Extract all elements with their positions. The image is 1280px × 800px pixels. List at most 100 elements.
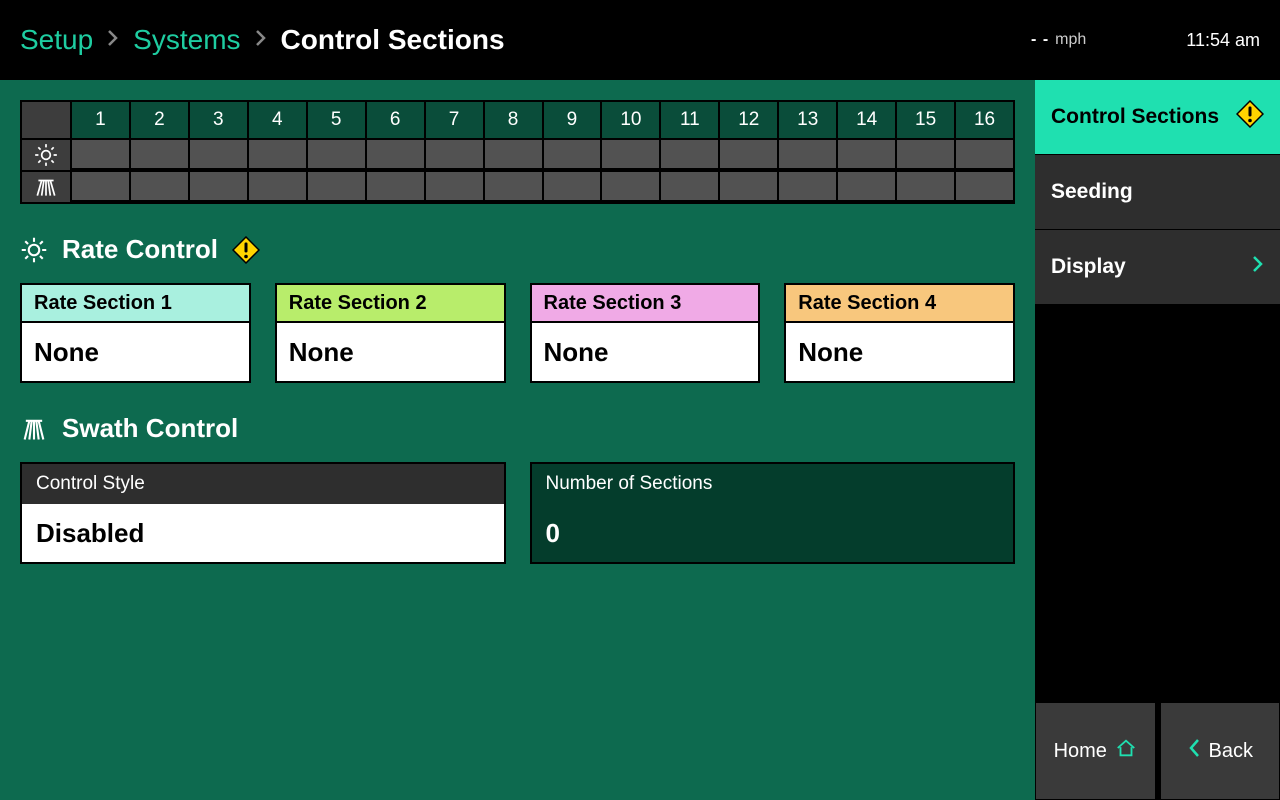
grid-column-1: 1 [70, 102, 129, 138]
grid-cell [954, 170, 1013, 202]
grid-cell [718, 170, 777, 202]
grid-cell [188, 170, 247, 202]
grid-cell [600, 138, 659, 170]
grid-cell [129, 138, 188, 170]
grid-cell [659, 138, 718, 170]
rate-section-4-value: None [786, 323, 1013, 381]
grid-cell [895, 138, 954, 170]
sidebar: Control Sections Seeding Display Home Back [1035, 80, 1280, 800]
grid-column-16: 16 [954, 102, 1013, 138]
grid-column-9: 9 [542, 102, 601, 138]
grid-cell [365, 170, 424, 202]
grid-cell [129, 170, 188, 202]
grid-cell [954, 138, 1013, 170]
grid-row-swath-icon [22, 170, 70, 202]
sidebar-item-seeding[interactable]: Seeding [1035, 155, 1280, 230]
grid-cell [895, 170, 954, 202]
grid-cell [483, 170, 542, 202]
grid-column-3: 3 [188, 102, 247, 138]
control-style-card[interactable]: Control Style Disabled [20, 462, 506, 564]
grid-column-8: 8 [483, 102, 542, 138]
grid-column-5: 5 [306, 102, 365, 138]
breadcrumb: Setup Systems Control Sections [20, 24, 505, 56]
sidebar-item-label: Seeding [1051, 180, 1133, 204]
grid-column-7: 7 [424, 102, 483, 138]
warning-icon [232, 236, 260, 264]
grid-cell [188, 138, 247, 170]
chevron-right-icon [107, 27, 119, 53]
grid-cell [365, 138, 424, 170]
grid-column-2: 2 [129, 102, 188, 138]
swath-control-label: Swath Control [62, 413, 238, 444]
rate-control-label: Rate Control [62, 234, 218, 265]
grid-column-12: 12 [718, 102, 777, 138]
chevron-left-icon [1187, 737, 1201, 765]
home-button-label: Home [1054, 740, 1107, 763]
sidebar-item-control-sections[interactable]: Control Sections [1035, 80, 1280, 155]
rate-section-3-label: Rate Section 3 [532, 285, 759, 323]
grid-cell [659, 170, 718, 202]
grid-cell [247, 170, 306, 202]
breadcrumb-current: Control Sections [281, 24, 505, 56]
rate-section-2-label: Rate Section 2 [277, 285, 504, 323]
grid-cell [306, 138, 365, 170]
rate-section-1-card[interactable]: Rate Section 1None [20, 283, 251, 383]
control-style-label: Control Style [22, 464, 504, 504]
chevron-right-icon [1252, 255, 1264, 279]
main-content: 12345678910111213141516 Rate Contro [0, 80, 1035, 800]
swath-control-heading: Swath Control [20, 413, 1015, 444]
grid-cell [777, 138, 836, 170]
swath-icon [20, 415, 48, 443]
rate-section-3-card[interactable]: Rate Section 3None [530, 283, 761, 383]
control-style-value: Disabled [22, 504, 504, 562]
breadcrumb-systems[interactable]: Systems [133, 24, 240, 56]
rate-section-1-value: None [22, 323, 249, 381]
grid-column-14: 14 [836, 102, 895, 138]
grid-column-13: 13 [777, 102, 836, 138]
grid-cell [483, 138, 542, 170]
number-of-sections-value: 0 [532, 504, 1014, 562]
grid-cell [836, 170, 895, 202]
speed-value: - - [1031, 31, 1049, 49]
grid-cell [777, 170, 836, 202]
top-bar: Setup Systems Control Sections - - mph 1… [0, 0, 1280, 80]
home-button[interactable]: Home [1035, 702, 1156, 800]
grid-cell [600, 170, 659, 202]
warning-icon [1236, 100, 1264, 134]
grid-column-15: 15 [895, 102, 954, 138]
grid-cell [424, 170, 483, 202]
rate-section-1-label: Rate Section 1 [22, 285, 249, 323]
grid-cell [70, 170, 129, 202]
rate-section-4-label: Rate Section 4 [786, 285, 1013, 323]
gear-icon [20, 236, 48, 264]
number-of-sections-card[interactable]: Number of Sections 0 [530, 462, 1016, 564]
rate-section-2-card[interactable]: Rate Section 2None [275, 283, 506, 383]
sidebar-item-label: Display [1051, 255, 1126, 279]
sidebar-item-display[interactable]: Display [1035, 230, 1280, 305]
grid-column-6: 6 [365, 102, 424, 138]
number-of-sections-label: Number of Sections [532, 464, 1014, 504]
breadcrumb-setup[interactable]: Setup [20, 24, 93, 56]
grid-cell [836, 138, 895, 170]
grid-column-4: 4 [247, 102, 306, 138]
rate-section-4-card[interactable]: Rate Section 4None [784, 283, 1015, 383]
back-button[interactable]: Back [1160, 702, 1280, 800]
grid-cell [70, 138, 129, 170]
rate-control-heading: Rate Control [20, 234, 1015, 265]
grid-cell [424, 138, 483, 170]
grid-header-blank [22, 102, 70, 138]
grid-cell [542, 138, 601, 170]
grid-row-gear-icon [22, 138, 70, 170]
section-grid: 12345678910111213141516 [20, 100, 1015, 204]
grid-cell [718, 138, 777, 170]
grid-cell [542, 170, 601, 202]
back-button-label: Back [1209, 740, 1253, 763]
grid-cell [306, 170, 365, 202]
grid-column-11: 11 [659, 102, 718, 138]
chevron-right-icon [255, 27, 267, 53]
clock: 11:54 am [1186, 30, 1260, 51]
speed-indicator: - - mph [1031, 31, 1086, 49]
speed-unit: mph [1055, 31, 1086, 49]
grid-cell [247, 138, 306, 170]
grid-column-10: 10 [600, 102, 659, 138]
